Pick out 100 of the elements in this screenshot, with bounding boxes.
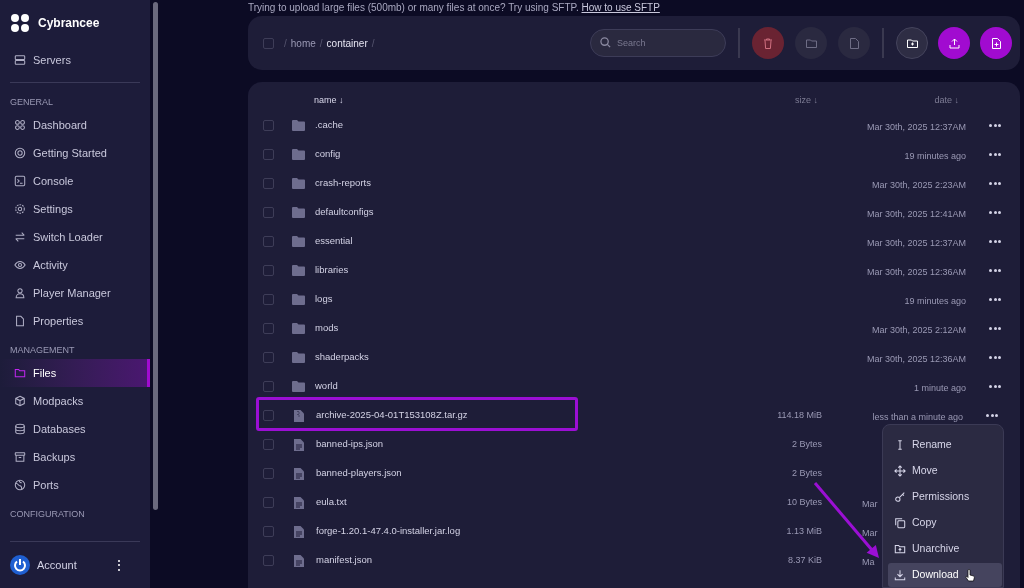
- globe-icon: [14, 479, 26, 491]
- file-name[interactable]: forge-1.20.1-47.4.0-installer.jar.log: [316, 524, 739, 539]
- more-options-button[interactable]: [989, 385, 1001, 388]
- file-name[interactable]: eula.txt: [316, 495, 739, 510]
- row-checkbox[interactable]: [263, 410, 274, 421]
- more-options-button[interactable]: [989, 327, 1001, 330]
- nav-item[interactable]: Dashboard: [0, 111, 150, 139]
- folder-icon: [14, 367, 26, 379]
- nav-item[interactable]: Properties: [0, 307, 150, 335]
- row-checkbox[interactable]: [263, 207, 274, 218]
- nav-item[interactable]: Servers: [0, 46, 150, 74]
- file-name[interactable]: manifest.json: [316, 553, 739, 568]
- move-folder-button[interactable]: [795, 27, 827, 59]
- file-name[interactable]: essential: [315, 234, 742, 249]
- file-name[interactable]: world: [315, 379, 742, 394]
- file-name[interactable]: libraries: [315, 263, 742, 278]
- file-name[interactable]: logs: [315, 292, 742, 307]
- row-checkbox[interactable]: [263, 526, 274, 537]
- server-icon: [14, 54, 26, 66]
- more-options-button[interactable]: [989, 124, 1001, 127]
- archive-box-icon: [14, 451, 26, 463]
- nav-item[interactable]: Switch Loader: [0, 223, 150, 251]
- file-name[interactable]: .cache: [315, 118, 742, 133]
- row-checkbox[interactable]: [263, 120, 274, 131]
- nav-item[interactable]: Player Manager: [0, 279, 150, 307]
- nav-item[interactable]: Getting Started: [0, 139, 150, 167]
- nav-item[interactable]: Activity: [0, 251, 150, 279]
- file-date: Ma: [862, 556, 875, 567]
- file-name[interactable]: crash-reports: [315, 176, 742, 191]
- file-name[interactable]: banned-players.json: [316, 466, 739, 481]
- file-date: Mar 30th, 2025 12:41AM: [866, 208, 966, 219]
- eye-icon: [14, 259, 26, 271]
- more-options-button[interactable]: [986, 414, 998, 417]
- menu-item[interactable]: Permissions: [888, 485, 1002, 509]
- row-checkbox[interactable]: [263, 323, 274, 334]
- upload-button[interactable]: [938, 27, 970, 59]
- new-file-button[interactable]: [980, 27, 1012, 59]
- more-options-button[interactable]: [989, 211, 1001, 214]
- file-name[interactable]: defaultconfigs: [315, 205, 742, 220]
- more-options-button[interactable]: [989, 153, 1001, 156]
- more-options-button[interactable]: [989, 182, 1001, 185]
- menu-item[interactable]: Move: [888, 459, 1002, 483]
- file-name[interactable]: banned-ips.json: [316, 437, 739, 452]
- date-column-header[interactable]: date ↓: [818, 94, 959, 108]
- file-name[interactable]: shaderpacks: [315, 350, 742, 365]
- swap-arrows-icon: [14, 231, 26, 243]
- more-menu-button[interactable]: ⋮: [112, 554, 126, 576]
- menu-item[interactable]: Download: [888, 563, 1002, 587]
- file-icon: [294, 525, 304, 538]
- menu-item[interactable]: Rename: [888, 433, 1002, 457]
- row-checkbox[interactable]: [263, 468, 274, 479]
- key-icon: [894, 491, 906, 503]
- nav-item[interactable]: Backups: [0, 443, 150, 471]
- file-name[interactable]: archive-2025-04-01T153108Z.tar.gz: [316, 408, 739, 423]
- hand-cursor-icon: [964, 568, 975, 582]
- more-options-button[interactable]: [989, 240, 1001, 243]
- delete-button[interactable]: [752, 27, 784, 59]
- account-label[interactable]: Account: [37, 556, 112, 574]
- nav-item[interactable]: Databases: [0, 415, 150, 443]
- select-all-checkbox[interactable]: [263, 37, 274, 49]
- more-options-button[interactable]: [989, 356, 1001, 359]
- more-options-button[interactable]: [989, 269, 1001, 272]
- row-checkbox[interactable]: [263, 555, 274, 566]
- nav-item[interactable]: Ports: [0, 471, 150, 499]
- name-column-header[interactable]: name ↓: [314, 94, 734, 108]
- menu-item[interactable]: Unarchive: [888, 537, 1002, 561]
- row-checkbox[interactable]: [263, 236, 274, 247]
- row-checkbox[interactable]: [263, 149, 274, 160]
- search-field[interactable]: Search: [590, 29, 726, 57]
- new-folder-button[interactable]: [896, 27, 928, 59]
- more-options-button[interactable]: [989, 298, 1001, 301]
- file-icon: [294, 438, 304, 451]
- file-name[interactable]: mods: [315, 321, 742, 336]
- row-checkbox[interactable]: [263, 178, 274, 189]
- notice-text: Trying to upload large files (500mb) or many files at once? Try using SFTP. How to use SFTP: [248, 1, 661, 14]
- section-heading: GENERAL: [10, 96, 54, 110]
- row-checkbox[interactable]: [263, 352, 274, 363]
- settings-icon: [14, 203, 26, 215]
- row-checkbox[interactable]: [263, 381, 274, 392]
- menu-item[interactable]: Copy: [888, 511, 1002, 535]
- row-checkbox[interactable]: [263, 294, 274, 305]
- nav-item[interactable]: Settings: [0, 195, 150, 223]
- nav-item[interactable]: Modpacks: [0, 387, 150, 415]
- move-arrows-icon: [894, 465, 906, 477]
- file-icon: [294, 496, 304, 509]
- row-checkbox[interactable]: [263, 265, 274, 276]
- breadcrumb-link[interactable]: container: [326, 35, 368, 51]
- section-heading: MANAGEMENT: [10, 344, 76, 358]
- row-checkbox[interactable]: [263, 439, 274, 450]
- folder-icon: [292, 207, 305, 218]
- sftp-link[interactable]: How to use SFTP: [581, 2, 660, 13]
- download-icon: [894, 569, 906, 581]
- breadcrumb-link[interactable]: home: [290, 35, 316, 51]
- size-column-header[interactable]: size ↓: [734, 94, 818, 108]
- archive-file-button[interactable]: [838, 27, 870, 59]
- row-checkbox[interactable]: [263, 497, 274, 508]
- file-date: less than a minute ago: [872, 411, 963, 422]
- nav-item[interactable]: Console: [0, 167, 150, 195]
- grid-icon: [14, 119, 26, 131]
- file-name[interactable]: config: [315, 147, 742, 162]
